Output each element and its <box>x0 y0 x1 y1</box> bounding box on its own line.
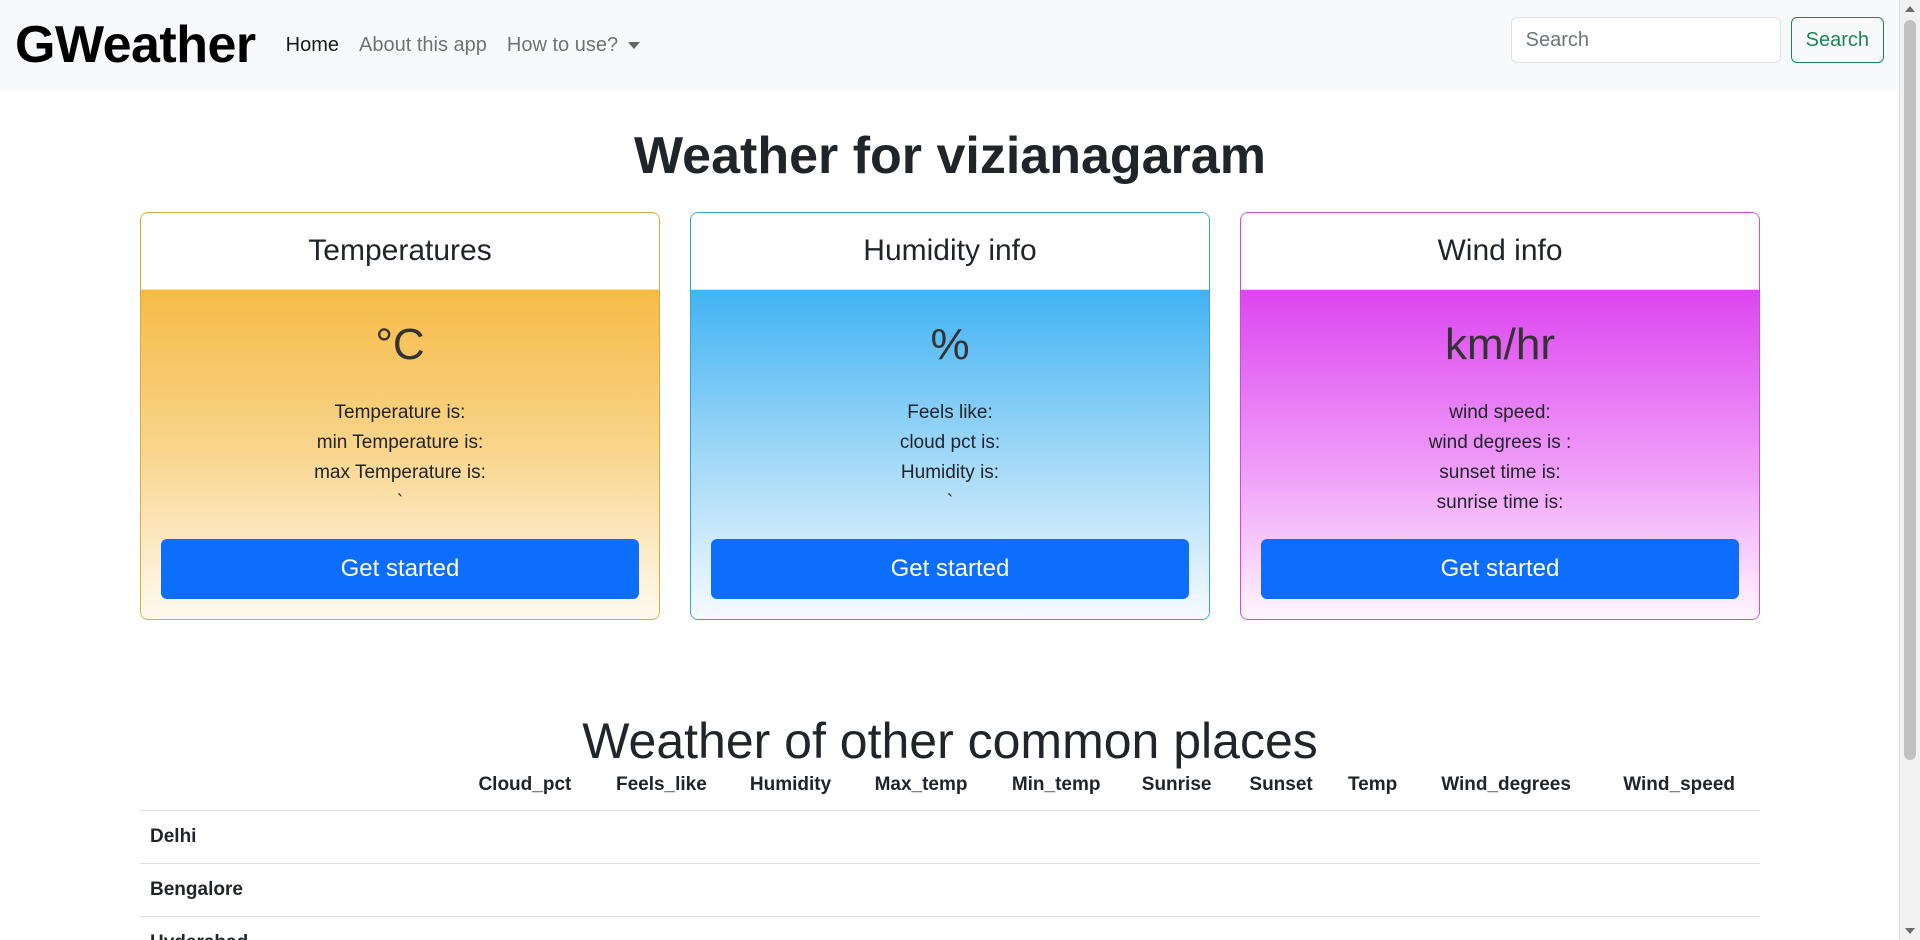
search-button[interactable]: Search <box>1790 17 1884 63</box>
common-places-table: Cloud_pct Feels_like Humidity Max_temp M… <box>140 760 1760 940</box>
nav-dropdown-label: How to use? <box>506 33 619 56</box>
stray-backtick: ` <box>946 492 954 513</box>
weather-cards: Temperatures °C Temperature is: min Temp… <box>140 212 1760 620</box>
table-header-temp: Temp <box>1331 760 1414 811</box>
table-row: Bengalore <box>140 863 1760 917</box>
sunrise-time-line: sunrise time is: <box>1436 492 1564 513</box>
wind-degrees-line: wind degrees is : <box>1428 432 1572 453</box>
table-header-cloud-pct: Cloud_pct <box>456 760 594 811</box>
humidity-line: Humidity is: <box>900 462 1000 483</box>
temperature-lines: Temperature is: min Temperature is: max … <box>141 398 659 518</box>
wind-get-started-button[interactable]: Get started <box>1261 539 1739 599</box>
page-title: Weather for vizianagaram <box>634 127 1266 185</box>
humidity-card-body: % Feels like: cloud pct is: Humidity is:… <box>691 290 1209 619</box>
table-row: Hyderabad <box>140 916 1760 940</box>
table-header-min-temp: Min_temp <box>989 760 1123 811</box>
sunset-time-line: sunset time is: <box>1439 462 1561 483</box>
humidity-card-title: Humidity info <box>691 213 1209 290</box>
nav-link-about[interactable]: About this app <box>359 34 487 57</box>
navbar: GWeather Home About this app How to use?… <box>0 0 1900 90</box>
max-temperature-line: max Temperature is: <box>314 462 486 483</box>
cloud-pct-line: cloud pct is: <box>899 432 1001 453</box>
table-header-row: Cloud_pct Feels_like Humidity Max_temp M… <box>140 760 1760 811</box>
temperature-card: Temperatures °C Temperature is: min Temp… <box>140 212 660 620</box>
scroll-down-arrow-icon[interactable] <box>1905 928 1915 934</box>
page-scrollbar[interactable] <box>1899 0 1920 940</box>
table-header-sunset: Sunset <box>1230 760 1332 811</box>
wind-card-title: Wind info <box>1241 213 1759 290</box>
wind-lines: wind speed: wind degrees is : sunset tim… <box>1241 398 1759 518</box>
stray-backtick: ` <box>396 492 404 513</box>
table-header-wind-degrees: Wind_degrees <box>1413 760 1599 811</box>
min-temperature-line: min Temperature is: <box>316 432 484 453</box>
search-form: Search <box>1510 17 1884 63</box>
table-header-sunrise: Sunrise <box>1122 760 1231 811</box>
wind-card: Wind info km/hr wind speed: wind degrees… <box>1240 212 1760 620</box>
nav-dropdown-how-to-use[interactable]: How to use? <box>506 33 641 57</box>
app-root: GWeather Home About this app How to use?… <box>0 0 1900 940</box>
table-header-blank <box>140 760 456 811</box>
table-row-city: Hyderabad <box>140 916 456 940</box>
humidity-lines: Feels like: cloud pct is: Humidity is: ` <box>691 398 1209 518</box>
temperature-line: Temperature is: <box>334 402 466 423</box>
temperature-card-title: Temperatures <box>141 213 659 290</box>
table-header-max-temp: Max_temp <box>852 760 990 811</box>
wind-speed-line: wind speed: <box>1449 402 1551 423</box>
table-header-wind-speed: Wind_speed <box>1598 760 1760 811</box>
nav-link-home[interactable]: Home <box>286 34 339 57</box>
wind-card-body: km/hr wind speed: wind degrees is : suns… <box>1241 290 1759 619</box>
humidity-card: Humidity info % Feels like: cloud pct is… <box>690 212 1210 620</box>
caret-down-icon <box>628 41 641 49</box>
temperature-unit: °C <box>375 320 425 369</box>
table-row-city: Bengalore <box>140 863 456 917</box>
scroll-thumb[interactable] <box>1904 20 1916 760</box>
table-row: Delhi <box>140 810 1760 864</box>
table-header-humidity: Humidity <box>729 760 853 811</box>
search-input[interactable] <box>1510 17 1781 63</box>
table-header-feels-like: Feels_like <box>593 760 729 811</box>
humidity-unit: % <box>930 320 970 369</box>
nav-links: Home About this app How to use? <box>286 33 641 57</box>
brand-logo[interactable]: GWeather <box>15 15 256 75</box>
wind-unit: km/hr <box>1445 320 1555 369</box>
temperature-get-started-button[interactable]: Get started <box>161 539 639 599</box>
feels-like-line: Feels like: <box>907 402 993 423</box>
humidity-get-started-button[interactable]: Get started <box>711 539 1189 599</box>
temperature-card-body: °C Temperature is: min Temperature is: m… <box>141 290 659 619</box>
table-row-city: Delhi <box>140 810 456 864</box>
scroll-up-arrow-icon[interactable] <box>1905 6 1915 12</box>
